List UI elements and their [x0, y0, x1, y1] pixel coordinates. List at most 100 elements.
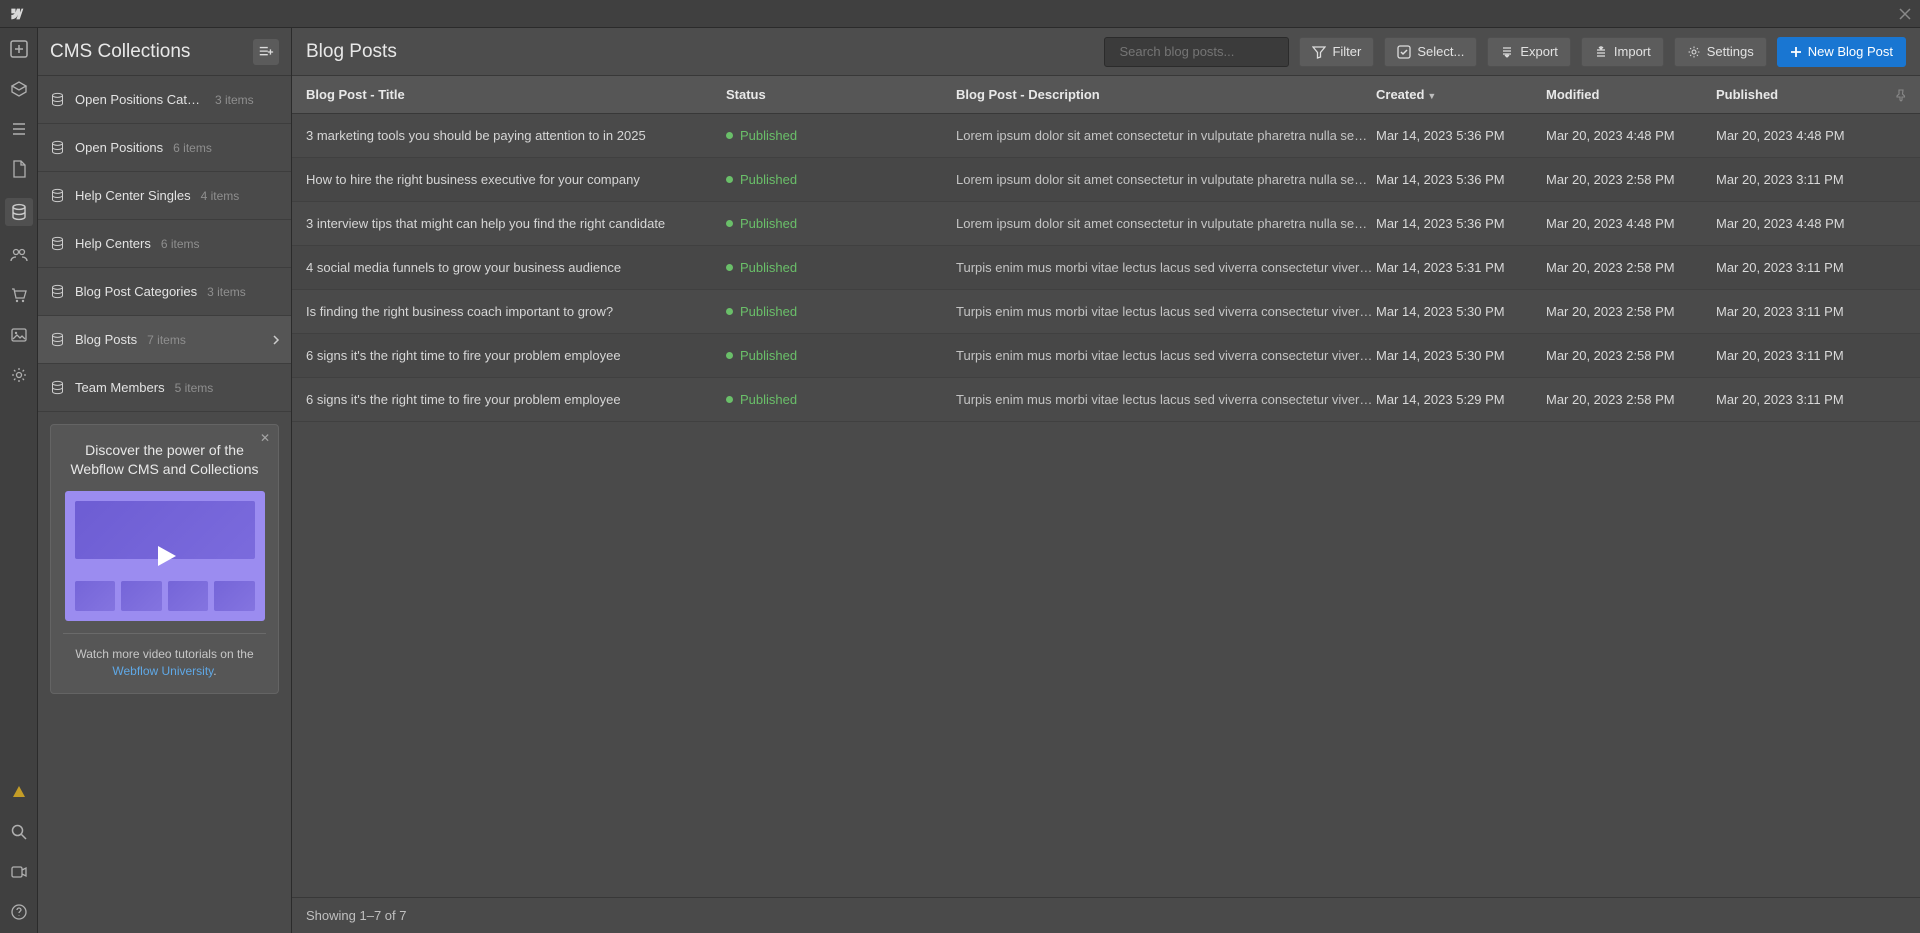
webflow-logo-icon [8, 6, 24, 22]
database-icon [50, 140, 65, 155]
new-collection-button[interactable] [253, 39, 279, 65]
assets-icon[interactable] [8, 324, 30, 346]
settings-icon[interactable] [8, 364, 30, 386]
tutorial-video-thumbnail[interactable] [65, 491, 265, 621]
row-title: Is finding the right business coach impo… [306, 304, 726, 319]
settings-button[interactable]: Settings [1674, 37, 1767, 67]
collection-count: 6 items [161, 237, 200, 251]
row-description: Lorem ipsum dolor sit amet consectetur i… [956, 172, 1376, 187]
search-input[interactable] [1119, 44, 1295, 59]
sort-desc-icon: ▼ [1427, 91, 1436, 101]
collection-count: 3 items [207, 285, 246, 299]
status-badge: Published [726, 260, 956, 275]
pin-column-icon[interactable] [1894, 88, 1908, 102]
table-row[interactable]: 6 signs it's the right time to fire your… [292, 378, 1920, 422]
header-modified[interactable]: Modified [1546, 87, 1716, 102]
collection-toolbar: Blog Posts Filter Select... Export Impor… [292, 28, 1920, 76]
row-title: 4 social media funnels to grow your busi… [306, 260, 726, 275]
row-description: Turpis enim mus morbi vitae lectus lacus… [956, 260, 1376, 275]
webflow-university-link[interactable]: Webflow University [112, 664, 213, 678]
navigator-icon[interactable] [8, 118, 30, 140]
row-published: Mar 20, 2023 4:48 PM [1716, 216, 1886, 231]
collection-name: Open Positions Cate... [75, 92, 205, 107]
row-description: Lorem ipsum dolor sit amet consectetur i… [956, 216, 1376, 231]
row-created: Mar 14, 2023 5:31 PM [1376, 260, 1546, 275]
row-modified: Mar 20, 2023 2:58 PM [1546, 172, 1716, 187]
tutorial-heading: Discover the power of the Webflow CMS an… [63, 441, 266, 479]
play-icon [150, 541, 180, 571]
chevron-right-icon [271, 335, 281, 345]
new-item-button[interactable]: New Blog Post [1777, 37, 1906, 67]
collection-item[interactable]: Blog Posts 7 items [38, 316, 291, 364]
table-row[interactable]: 3 interview tips that might can help you… [292, 202, 1920, 246]
database-icon [50, 92, 65, 107]
row-title: 3 marketing tools you should be paying a… [306, 128, 726, 143]
collection-item[interactable]: Open Positions Cate... 3 items [38, 76, 291, 124]
row-modified: Mar 20, 2023 2:58 PM [1546, 304, 1716, 319]
table-footer: Showing 1–7 of 7 [292, 897, 1920, 933]
audit-icon[interactable] [8, 781, 30, 803]
row-modified: Mar 20, 2023 2:58 PM [1546, 392, 1716, 407]
row-title: 3 interview tips that might can help you… [306, 216, 726, 231]
export-button[interactable]: Export [1487, 37, 1571, 67]
row-created: Mar 14, 2023 5:30 PM [1376, 348, 1546, 363]
collection-name: Team Members [75, 380, 165, 395]
row-modified: Mar 20, 2023 4:48 PM [1546, 216, 1716, 231]
collection-item[interactable]: Help Center Singles 4 items [38, 172, 291, 220]
header-published[interactable]: Published [1716, 87, 1886, 102]
tutorial-close-button[interactable]: ✕ [260, 431, 270, 445]
collection-item[interactable]: Help Centers 6 items [38, 220, 291, 268]
table-row[interactable]: How to hire the right business executive… [292, 158, 1920, 202]
table-row[interactable]: 4 social media funnels to grow your busi… [292, 246, 1920, 290]
collection-name: Blog Post Categories [75, 284, 197, 299]
row-modified: Mar 20, 2023 4:48 PM [1546, 128, 1716, 143]
status-badge: Published [726, 348, 956, 363]
users-icon[interactable] [8, 244, 30, 266]
row-modified: Mar 20, 2023 2:58 PM [1546, 260, 1716, 275]
add-element-icon[interactable] [8, 38, 30, 60]
search-field[interactable] [1104, 37, 1289, 67]
header-created[interactable]: Created▼ [1376, 87, 1546, 102]
filter-button[interactable]: Filter [1299, 37, 1374, 67]
select-button[interactable]: Select... [1384, 37, 1477, 67]
status-badge: Published [726, 304, 956, 319]
row-description: Turpis enim mus morbi vitae lectus lacus… [956, 392, 1376, 407]
database-icon [50, 380, 65, 395]
database-icon [50, 188, 65, 203]
collection-item[interactable]: Open Positions 6 items [38, 124, 291, 172]
collection-item[interactable]: Blog Post Categories 3 items [38, 268, 291, 316]
row-description: Turpis enim mus morbi vitae lectus lacus… [956, 304, 1376, 319]
header-title[interactable]: Blog Post - Title [306, 87, 726, 102]
table-row[interactable]: 3 marketing tools you should be paying a… [292, 114, 1920, 158]
help-icon[interactable] [8, 901, 30, 923]
row-description: Lorem ipsum dolor sit amet consectetur i… [956, 128, 1376, 143]
row-description: Turpis enim mus morbi vitae lectus lacus… [956, 348, 1376, 363]
collections-sidebar: CMS Collections Open Positions Cate... 3… [38, 28, 292, 933]
collection-count: 4 items [201, 189, 240, 203]
tutorial-card: ✕ Discover the power of the Webflow CMS … [50, 424, 279, 694]
row-published: Mar 20, 2023 3:11 PM [1716, 392, 1886, 407]
components-icon[interactable] [8, 78, 30, 100]
video-help-icon[interactable] [8, 861, 30, 883]
status-badge: Published [726, 216, 956, 231]
collection-item[interactable]: Team Members 5 items [38, 364, 291, 412]
table-row[interactable]: Is finding the right business coach impo… [292, 290, 1920, 334]
collection-count: 5 items [175, 381, 214, 395]
collection-name: Help Center Singles [75, 188, 191, 203]
header-status[interactable]: Status [726, 87, 956, 102]
status-badge: Published [726, 128, 956, 143]
cms-icon[interactable] [5, 198, 33, 226]
collection-name: Help Centers [75, 236, 151, 251]
pages-icon[interactable] [8, 158, 30, 180]
close-panel-button[interactable] [1898, 7, 1912, 21]
search-icon[interactable] [8, 821, 30, 843]
row-created: Mar 14, 2023 5:36 PM [1376, 216, 1546, 231]
table-header: Blog Post - Title Status Blog Post - Des… [292, 76, 1920, 114]
table-row[interactable]: 6 signs it's the right time to fire your… [292, 334, 1920, 378]
row-modified: Mar 20, 2023 2:58 PM [1546, 348, 1716, 363]
row-published: Mar 20, 2023 3:11 PM [1716, 260, 1886, 275]
ecommerce-icon[interactable] [8, 284, 30, 306]
import-button[interactable]: Import [1581, 37, 1664, 67]
header-description[interactable]: Blog Post - Description [956, 87, 1376, 102]
window-titlebar [0, 0, 1920, 28]
